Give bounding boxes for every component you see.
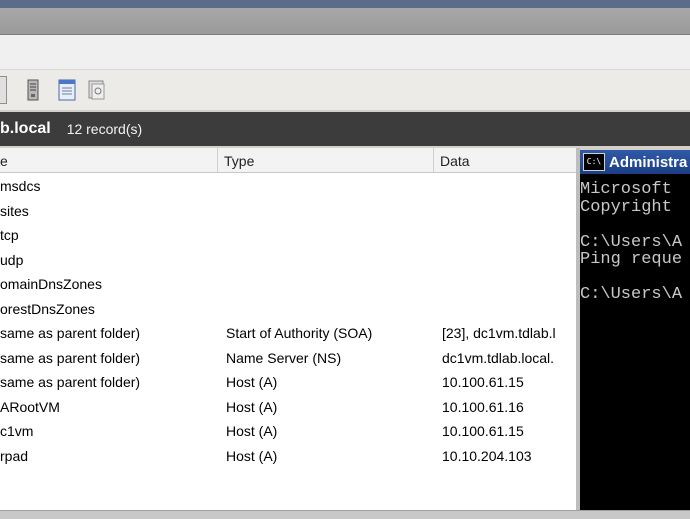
cmd-line: C:\Users\A [580,233,683,251]
cmd-line: C:\Users\A [580,286,683,304]
cmd-line [580,216,690,234]
cmd-line: Ping reque [580,251,683,269]
toolbar-separator [0,76,7,104]
cmd-line: Microsoft [580,181,672,199]
record-name: same as parent folder) [0,349,141,366]
table-row[interactable]: rpad Host (A) 10.10.204.103 [0,444,576,469]
records-table-body: msdcs sites tcp udp omainDnsZones orestDnsZon… [0,174,576,468]
record-name: msdcs [0,178,41,194]
record-type: Host (A) [226,423,278,439]
cmd-line [580,269,690,287]
record-name: rpad [0,447,29,464]
command-prompt-window[interactable]: C:\ Administra Microsoft Copyright C:\User… [580,150,690,510]
cmd-title: Administra [609,153,688,171]
record-name: orestDnsZones [0,300,95,317]
table-row[interactable]: c1vm Host (A) 10.100.61.15 [0,419,576,444]
refresh-icon[interactable] [86,78,108,102]
record-type: Start of Authority (SOA) [226,325,373,341]
record-count: 12 record(s) [66,121,143,137]
table-row[interactable]: same as parent folder) Name Server (NS) dc… [0,346,576,371]
record-type: Host (A) [226,374,278,390]
record-name: udp [0,251,24,268]
table-row[interactable]: ARootVM Host (A) 10.100.61.16 [0,395,576,420]
table-row[interactable]: sites [0,199,576,224]
console-icon: C:\ [583,153,605,171]
column-header-row: e Type Data [0,148,576,173]
table-row[interactable]: omainDnsZones [0,272,576,297]
record-name: c1vm [0,423,34,439]
record-data: dc1vm.tdlab.local. [442,349,555,366]
record-data: 10.100.61.16 [442,398,524,415]
table-row[interactable]: same as parent folder) Host (A) 10.100.61.… [0,370,576,395]
column-header-name[interactable]: e [0,148,218,172]
table-row[interactable]: orestDnsZones [0,297,576,322]
record-data: 10.100.61.15 [442,423,524,439]
table-row[interactable]: udp [0,248,576,273]
record-type: Name Server (NS) [226,349,342,366]
cmd-titlebar[interactable]: C:\ Administra [580,150,690,174]
record-name: ARootVM [0,398,60,415]
column-header-data[interactable]: Data [434,148,576,172]
record-name: same as parent folder) [0,374,141,390]
desktop-top-strip [0,0,690,8]
table-row[interactable]: msdcs [0,174,576,199]
server-icon[interactable] [22,78,44,102]
record-name: omainDnsZones [0,276,102,292]
cmd-line: Copyright [580,198,672,216]
record-data: 10.10.204.103 [442,447,532,464]
record-data: [23], dc1vm.tdlab.l [442,325,556,341]
record-name: sites [0,202,29,219]
table-row[interactable]: same as parent folder) Start of Authority… [0,321,576,346]
table-row[interactable]: tcp [0,223,576,248]
properties-icon[interactable] [56,78,78,102]
record-name: same as parent folder) [0,325,141,341]
record-type: Host (A) [226,398,278,415]
zone-name: b.local [0,120,51,137]
column-header-type[interactable]: Type [218,148,434,172]
window-titlebar [0,8,690,35]
record-type: Host (A) [226,447,278,464]
records-list-panel: e Type Data msdcs sites tcp udp omainDnsZone… [0,148,576,510]
record-data: 10.100.61.15 [442,374,524,390]
cmd-output: Microsoft Copyright C:\Users\A Ping reque C:… [580,181,690,304]
record-name: tcp [0,227,19,243]
zone-path-bar: b.local 12 record(s) [0,112,690,146]
menu-bar [0,35,690,70]
